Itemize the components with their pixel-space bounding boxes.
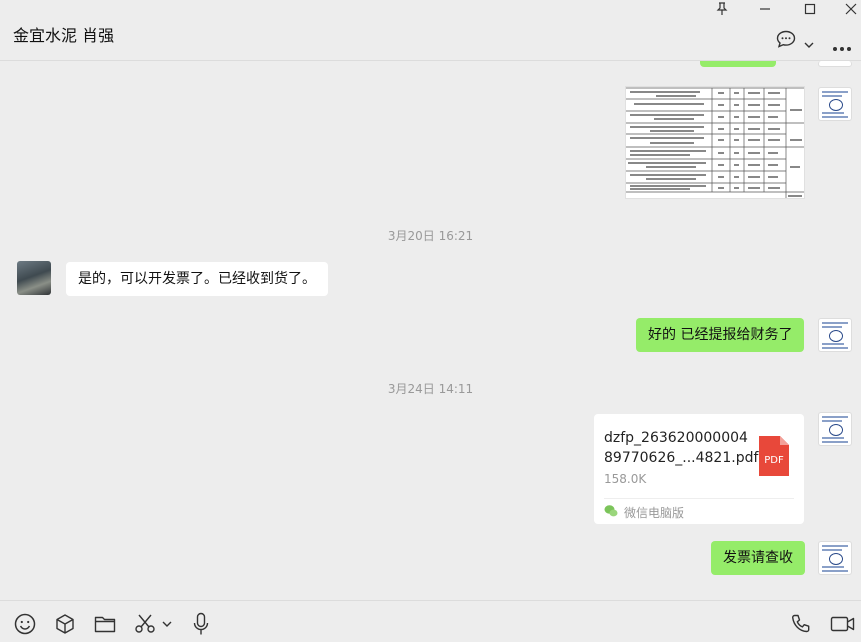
my-message-bubble[interactable]: 好的 已经提报给财务了 bbox=[636, 318, 805, 352]
file-message-card[interactable]: dzfp_263620000004 89770626_...4821.pdf 1… bbox=[594, 414, 804, 524]
peer-message-bubble[interactable]: 是的，可以开发票了。已经收到货了。 bbox=[66, 262, 328, 296]
pdf-file-icon: PDF bbox=[759, 436, 789, 476]
more-icon[interactable] bbox=[832, 37, 852, 56]
avatar[interactable] bbox=[818, 87, 852, 121]
microphone-icon[interactable] bbox=[189, 612, 213, 636]
my-message-bubble[interactable]: 发票请查收 bbox=[711, 541, 805, 575]
file-source: 微信电脑版 bbox=[624, 506, 685, 520]
file-name-line2: 89770626_...4821.pdf bbox=[604, 450, 759, 466]
minimize-icon[interactable] bbox=[745, 0, 785, 18]
previous-message-bubble[interactable] bbox=[700, 61, 776, 67]
file-name-line1: dzfp_263620000004 bbox=[604, 430, 748, 446]
table-image-message[interactable] bbox=[625, 86, 805, 199]
chevron-down-icon[interactable] bbox=[160, 612, 174, 636]
spreadsheet-image bbox=[626, 87, 804, 198]
file-card-divider bbox=[604, 498, 794, 499]
maximize-icon[interactable] bbox=[790, 0, 830, 18]
chevron-down-icon[interactable] bbox=[804, 34, 814, 53]
pdf-label: PDF bbox=[764, 455, 784, 466]
message-timestamp: 3月20日 16:21 bbox=[387, 229, 474, 243]
chat-bubble-icon[interactable] bbox=[776, 30, 796, 52]
pin-icon[interactable] bbox=[702, 0, 742, 18]
avatar[interactable] bbox=[818, 541, 852, 575]
avatar[interactable] bbox=[818, 412, 852, 446]
close-icon[interactable] bbox=[831, 0, 861, 18]
file-size: 158.0K bbox=[604, 472, 647, 486]
video-icon[interactable] bbox=[830, 612, 856, 636]
message-timestamp: 3月24日 14:11 bbox=[387, 382, 474, 396]
avatar[interactable] bbox=[818, 318, 852, 352]
avatar[interactable] bbox=[17, 261, 51, 295]
avatar[interactable] bbox=[818, 61, 852, 67]
scissors-icon[interactable] bbox=[133, 612, 157, 636]
cube-icon[interactable] bbox=[53, 612, 77, 636]
folder-icon[interactable] bbox=[93, 612, 117, 636]
wechat-icon bbox=[604, 503, 618, 517]
input-divider bbox=[0, 600, 861, 601]
emoji-icon[interactable] bbox=[13, 612, 37, 636]
chat-title: 金宜水泥 肖强 bbox=[13, 26, 115, 45]
phone-icon[interactable] bbox=[789, 612, 813, 636]
